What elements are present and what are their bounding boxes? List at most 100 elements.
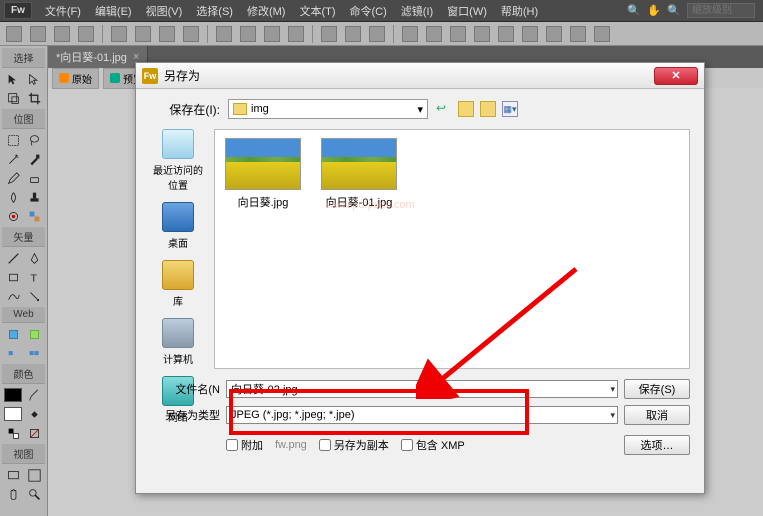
up-icon[interactable] (458, 101, 474, 117)
hand-icon[interactable]: ✋ (647, 4, 661, 18)
green-dot-icon (110, 73, 120, 83)
toolbar-btn[interactable] (594, 26, 610, 42)
window-close-button[interactable]: ✕ (654, 67, 698, 85)
knife-tool[interactable] (24, 287, 44, 305)
place-computer[interactable]: 计算机 (150, 318, 206, 366)
toolbar-btn[interactable] (369, 26, 385, 42)
zoom-tool-icon[interactable] (24, 485, 44, 503)
toolbar-btn[interactable] (111, 26, 127, 42)
screen-full-tool[interactable] (24, 466, 44, 484)
rect-tool[interactable] (3, 268, 23, 286)
pencil-tool[interactable] (3, 169, 23, 187)
stamp-tool[interactable] (24, 188, 44, 206)
toolbar-btn[interactable] (288, 26, 304, 42)
attach-checkbox[interactable]: 附加 (226, 437, 263, 453)
crop-tool[interactable] (24, 89, 44, 107)
place-recent[interactable]: 最近访问的位置 (150, 129, 206, 192)
chevron-down-icon: ▾ (610, 410, 615, 421)
filetype-select[interactable]: JPEG (*.jpg; *.jpeg; *.jpe)▾ (226, 406, 618, 424)
marquee-tool[interactable] (3, 131, 23, 149)
toolbar-btn[interactable] (426, 26, 442, 42)
cancel-button[interactable]: 取消 (624, 405, 690, 425)
toolbar-btn[interactable] (450, 26, 466, 42)
dialog-titlebar[interactable]: Fw 另存为 ✕ (136, 63, 704, 89)
toolbar-btn[interactable] (216, 26, 232, 42)
toolbar-btn[interactable] (321, 26, 337, 42)
zoom-icon[interactable]: 🔍 (667, 4, 681, 18)
menu-window[interactable]: 窗口(W) (440, 3, 494, 19)
brush-tool[interactable] (24, 150, 44, 168)
toolbar-btn[interactable] (522, 26, 538, 42)
hotspot-tool[interactable] (3, 325, 23, 343)
menu-modify[interactable]: 修改(M) (240, 3, 293, 19)
freeform-tool[interactable] (3, 287, 23, 305)
save-button[interactable]: 保存(S) (624, 379, 690, 399)
file-list[interactable]: 向日葵.jpg 向日葵-01.jpg www.pdfpass.com (214, 129, 690, 369)
options-button[interactable]: 选项… (624, 435, 690, 455)
redeye-tool[interactable] (3, 207, 23, 225)
line-tool[interactable] (3, 249, 23, 267)
menu-view[interactable]: 视图(V) (139, 3, 190, 19)
toolbar-btn[interactable] (240, 26, 256, 42)
view-menu-icon[interactable]: ▦▾ (502, 101, 518, 117)
toolbar-btn[interactable] (474, 26, 490, 42)
swap-color-icon[interactable] (3, 424, 23, 442)
subselect-tool[interactable] (24, 70, 44, 88)
save-copy-checkbox[interactable]: 另存为副本 (319, 437, 389, 453)
save-in-combo[interactable]: img ▾ (228, 99, 428, 119)
toolbar-btn[interactable] (498, 26, 514, 42)
menu-text[interactable]: 文本(T) (292, 3, 342, 19)
tools-section-web: Web (2, 307, 45, 323)
toolbar-btn[interactable] (54, 26, 70, 42)
toolbar-btn[interactable] (183, 26, 199, 42)
toolbar-btn[interactable] (264, 26, 280, 42)
screen-normal-tool[interactable] (3, 466, 23, 484)
blur-tool[interactable] (3, 188, 23, 206)
toolbar-btn[interactable] (159, 26, 175, 42)
file-item[interactable]: 向日葵.jpg (223, 138, 303, 210)
show-tool[interactable] (24, 344, 44, 362)
wand-tool[interactable] (3, 150, 23, 168)
default-color-icon[interactable] (24, 424, 44, 442)
eraser-tool[interactable] (24, 169, 44, 187)
library-icon (162, 260, 194, 290)
toolbar-btn[interactable] (402, 26, 418, 42)
toolbar-btn[interactable] (78, 26, 94, 42)
new-folder-icon[interactable] (480, 101, 496, 117)
toolbar-btn[interactable] (546, 26, 562, 42)
menu-select[interactable]: 选择(S) (189, 3, 240, 19)
lasso-tool[interactable] (24, 131, 44, 149)
pointer-tool[interactable] (3, 70, 23, 88)
menu-command[interactable]: 命令(C) (343, 3, 394, 19)
hand-tool-icon[interactable] (3, 485, 23, 503)
slice-tool[interactable] (24, 325, 44, 343)
hide-tool[interactable] (3, 344, 23, 362)
text-tool[interactable]: T (24, 268, 44, 286)
zoom-level-input[interactable] (687, 3, 755, 18)
fill-color[interactable] (3, 405, 23, 423)
menu-help[interactable]: 帮助(H) (494, 3, 545, 19)
toolbar-btn[interactable] (570, 26, 586, 42)
subtab-original[interactable]: 原始 (52, 68, 99, 89)
toolbar-btn[interactable] (345, 26, 361, 42)
tools-section-bitmap: 位图 (2, 109, 45, 129)
pen-tool[interactable] (24, 249, 44, 267)
stroke-picker-icon[interactable] (24, 386, 44, 404)
replace-color-tool[interactable] (24, 207, 44, 225)
filename-input[interactable]: 向日葵-02.jpg▾ (226, 380, 618, 398)
toolbar-btn[interactable] (6, 26, 22, 42)
document-tab[interactable]: *向日葵-01.jpg × (48, 46, 148, 68)
place-library[interactable]: 库 (150, 260, 206, 308)
toolbar-btn[interactable] (135, 26, 151, 42)
menu-filter[interactable]: 滤镜(I) (394, 3, 440, 19)
search-icon[interactable]: 🔍 (627, 4, 641, 18)
back-icon[interactable]: ↩ (436, 101, 452, 117)
menu-file[interactable]: 文件(F) (38, 3, 88, 19)
include-xmp-checkbox[interactable]: 包含 XMP (401, 437, 465, 453)
menu-edit[interactable]: 编辑(E) (88, 3, 139, 19)
place-desktop[interactable]: 桌面 (150, 202, 206, 250)
toolbar-btn[interactable] (30, 26, 46, 42)
scale-tool[interactable] (3, 89, 23, 107)
stroke-color[interactable] (3, 386, 23, 404)
fill-bucket-icon[interactable] (24, 405, 44, 423)
